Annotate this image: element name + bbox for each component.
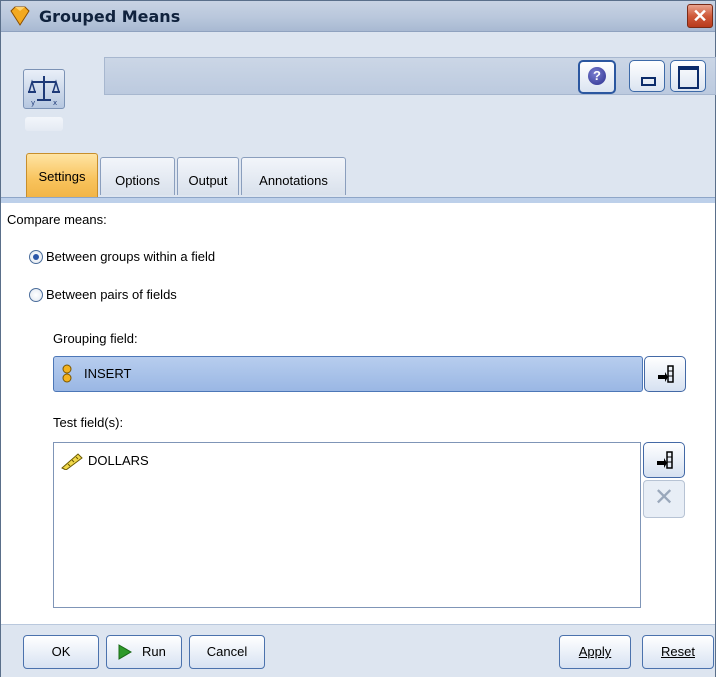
radio-between-pairs[interactable] <box>29 288 43 302</box>
run-button-label: Run <box>142 644 166 659</box>
test-field-item-label: DOLLARS <box>88 453 149 468</box>
title-bar[interactable]: Grouped Means ✕ <box>1 1 715 32</box>
tab-annotations-label: Annotations <box>259 173 328 188</box>
tab-settings[interactable]: Settings <box>26 153 98 197</box>
continuous-field-icon <box>61 453 83 470</box>
test-fields-label: Test field(s): <box>53 415 124 430</box>
apply-button[interactable]: Apply <box>559 635 631 669</box>
settings-panel: Compare means: Between groups within a f… <box>1 203 715 624</box>
test-fields-list[interactable]: DOLLARS <box>53 442 641 608</box>
reset-button-label: Reset <box>661 644 695 659</box>
maximize-button[interactable] <box>670 60 706 92</box>
ok-button-label: OK <box>51 644 71 659</box>
minimize-icon <box>641 77 656 86</box>
ordinal-field-icon <box>62 364 72 383</box>
tab-output-label: Output <box>188 173 228 188</box>
dialog-footer: OK Run Cancel Apply Reset <box>1 624 715 677</box>
pick-test-fields-button[interactable] <box>643 442 685 478</box>
tab-output[interactable]: Output <box>177 157 239 195</box>
cancel-button-label: Cancel <box>206 644 248 659</box>
grouping-field-input[interactable]: INSERT <box>53 356 643 392</box>
reset-button[interactable]: Reset <box>642 635 714 669</box>
close-icon: ✕ <box>692 6 708 26</box>
close-button[interactable]: ✕ <box>687 4 713 28</box>
svg-text:x: x <box>53 99 57 107</box>
run-button[interactable]: Run <box>106 635 182 669</box>
help-icon: ? <box>588 67 606 85</box>
help-button[interactable]: ? <box>578 60 616 94</box>
tab-settings-label: Settings <box>38 169 86 184</box>
maximize-icon <box>678 66 699 89</box>
tab-annotations[interactable]: Annotations <box>241 157 346 195</box>
node-icon-reflection <box>25 117 63 131</box>
node-name-field[interactable] <box>104 57 716 95</box>
window-title: Grouped Means <box>39 7 181 26</box>
radio-between-groups-label[interactable]: Between groups within a field <box>46 249 215 264</box>
list-item[interactable]: DOLLARS <box>60 452 260 472</box>
dialog-window: Grouped Means ✕ y x ? Settings Options O… <box>0 0 716 677</box>
radio-between-pairs-label[interactable]: Between pairs of fields <box>46 287 177 302</box>
apply-button-label: Apply <box>578 644 612 659</box>
radio-between-groups[interactable] <box>29 250 43 264</box>
grouping-field-value: INSERT <box>84 366 132 381</box>
grouped-means-node-icon: y x <box>23 69 65 109</box>
pick-grouping-field-button[interactable] <box>644 356 686 392</box>
remove-test-field-button[interactable]: ✕ <box>643 480 685 518</box>
tab-bar: Settings Options Output Annotations <box>1 153 715 197</box>
minimize-button[interactable] <box>629 60 665 92</box>
svg-text:y: y <box>31 99 35 107</box>
grouping-field-label: Grouping field: <box>53 331 138 346</box>
field-picker-icon <box>658 365 674 383</box>
field-picker-icon <box>657 451 673 469</box>
delete-icon: ✕ <box>653 484 675 511</box>
ok-button[interactable]: OK <box>23 635 99 669</box>
cancel-button[interactable]: Cancel <box>189 635 265 669</box>
tab-options[interactable]: Options <box>100 157 175 195</box>
node-diamond-icon <box>10 6 30 26</box>
compare-means-label: Compare means: <box>7 212 107 227</box>
node-header: y x ? <box>1 32 716 153</box>
tab-options-label: Options <box>115 173 160 188</box>
run-play-icon <box>118 644 132 660</box>
